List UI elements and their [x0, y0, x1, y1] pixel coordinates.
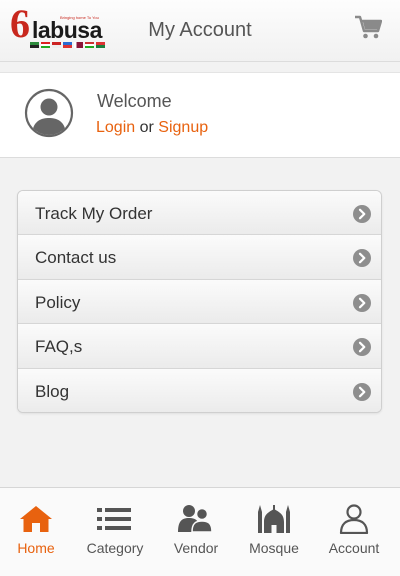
cart-icon[interactable] [354, 14, 383, 40]
users-icon [178, 505, 213, 533]
list-icon [97, 508, 131, 530]
bottom-tab-bar: Home Category Vendor Mosque Account [0, 487, 400, 576]
app-header: 6 Bringing home To You labusa My Account [0, 0, 400, 62]
menu-item-contact-us[interactable]: Contact us [18, 235, 381, 280]
mosque-icon [258, 505, 290, 533]
chevron-right-circle-icon [353, 293, 371, 312]
page-title: My Account [148, 19, 252, 41]
auth-links: Login or Signup [96, 118, 208, 138]
menu-item-blog[interactable]: Blog [18, 368, 381, 412]
menu-item-policy[interactable]: Policy [18, 279, 381, 325]
chevron-right-circle-icon [353, 338, 371, 357]
user-icon [339, 504, 369, 534]
home-icon [20, 506, 52, 532]
tab-vendor[interactable]: Vendor [156, 488, 236, 576]
tab-mosque[interactable]: Mosque [234, 488, 314, 576]
tab-account[interactable]: Account [314, 488, 394, 576]
auth-or-text: or [139, 119, 154, 136]
profile-section: Welcome Login or Signup [0, 72, 400, 158]
menu-item-faqs[interactable]: FAQ,s [18, 324, 381, 369]
menu-item-label: Policy [35, 292, 81, 312]
account-menu: Track My Order Contact us Policy FAQ,s B… [17, 190, 382, 413]
user-avatar-icon[interactable] [24, 88, 74, 138]
menu-item-label: Blog [35, 381, 70, 401]
tab-category[interactable]: Category [75, 488, 155, 576]
tab-label: Home [17, 540, 55, 556]
tab-label: Vendor [173, 540, 219, 556]
menu-item-track-my-order[interactable]: Track My Order [18, 191, 381, 236]
menu-item-label: Track My Order [35, 204, 153, 223]
chevron-right-circle-icon [353, 205, 371, 223]
login-link[interactable]: Login [96, 119, 135, 136]
welcome-text: Welcome [97, 91, 172, 111]
signup-link[interactable]: Signup [158, 119, 208, 136]
chevron-right-circle-icon [353, 382, 371, 401]
chevron-right-circle-icon [353, 249, 371, 268]
tab-label: Mosque [249, 540, 299, 556]
menu-item-label: FAQ,s [35, 337, 83, 357]
logo-flags [30, 42, 105, 48]
menu-item-label: Contact us [35, 248, 117, 268]
tab-label: Category [86, 540, 144, 556]
tab-label: Account [328, 540, 380, 556]
tab-home[interactable]: Home [0, 488, 76, 576]
